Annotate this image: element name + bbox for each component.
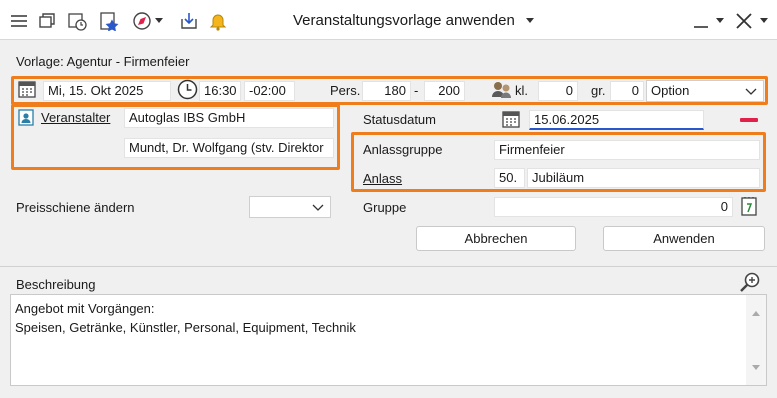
close-icon[interactable]	[733, 10, 755, 32]
organizer-company-field[interactable]: Autoglas IBS GmbH	[124, 108, 334, 128]
persons-max-field[interactable]: 200	[424, 81, 465, 101]
menu-lines-icon[interactable]	[8, 10, 30, 32]
group-field[interactable]: 0	[494, 197, 733, 217]
window-icon[interactable]	[36, 10, 58, 32]
status-date-field[interactable]: 15.06.2025	[529, 110, 704, 130]
large-label: gr.	[591, 83, 606, 98]
description-scrollbar[interactable]	[746, 295, 766, 385]
scroll-down-icon[interactable]	[751, 358, 761, 377]
minimize-icon[interactable]	[690, 10, 712, 32]
time-field[interactable]: 16:30	[199, 81, 241, 101]
small-count-field[interactable]: 0	[538, 81, 578, 101]
chevron-down-icon	[745, 81, 757, 108]
price-rail-label: Preisschiene ändern	[16, 200, 135, 215]
template-label: Vorlage: Agentur - Firmenfeier	[16, 54, 190, 69]
duration-field[interactable]: -02:00	[244, 81, 295, 101]
persons-label: Pers.	[330, 83, 361, 98]
organizer-contact-field[interactable]: Mundt, Dr. Wolfgang (stv. Direktor	[124, 138, 334, 158]
cancel-button[interactable]: Abbrechen	[416, 226, 576, 251]
clock-icon[interactable]	[177, 79, 199, 101]
organizer-link[interactable]: Veranstalter	[41, 108, 110, 128]
occasion-number-field[interactable]: 50.	[494, 168, 525, 188]
price-rail-select[interactable]	[249, 196, 331, 218]
star-page-icon[interactable]	[98, 10, 120, 32]
description-textarea[interactable]: Angebot mit Vorgängen: Speisen, Getränke…	[10, 294, 767, 386]
import-icon[interactable]	[178, 10, 200, 32]
status-date-calendar-icon[interactable]	[502, 110, 522, 130]
bell-icon[interactable]	[207, 10, 229, 32]
chevron-down-icon[interactable]	[152, 10, 166, 32]
window-title: Veranstaltungsvorlage anwenden	[293, 12, 515, 29]
persons-icon	[491, 80, 513, 100]
calendar-icon[interactable]	[18, 80, 38, 100]
occasion-link[interactable]: Anlass	[363, 169, 402, 189]
occasion-group-field[interactable]: Firmenfeier	[494, 140, 760, 160]
description-line-2: Speisen, Getränke, Künstler, Personal, E…	[15, 320, 356, 335]
title-bar: Veranstaltungsvorlage anwenden	[0, 0, 777, 40]
description-label: Beschreibung	[16, 277, 96, 292]
status-select[interactable]: Option	[646, 80, 764, 102]
magnify-icon[interactable]	[739, 271, 761, 293]
apply-button[interactable]: Anwenden	[603, 226, 765, 251]
note-icon[interactable]	[740, 196, 760, 216]
status-select-value: Option	[651, 83, 690, 98]
occasion-field[interactable]: Jubiläum	[527, 168, 760, 188]
large-count-field[interactable]: 0	[610, 81, 644, 101]
date-field[interactable]: Mi, 15. Okt 2025	[43, 81, 171, 101]
persons-range-separator: -	[414, 83, 419, 98]
compass-icon[interactable]	[131, 10, 153, 32]
window-menu-chevron-icon[interactable]	[712, 10, 728, 32]
close-menu-chevron-icon[interactable]	[756, 10, 772, 32]
calendar-clock-icon[interactable]	[66, 10, 88, 32]
remove-icon[interactable]	[740, 118, 758, 122]
title-dropdown-icon[interactable]	[522, 10, 538, 32]
scroll-up-icon[interactable]	[751, 303, 761, 322]
description-line-1: Angebot mit Vorgängen:	[15, 301, 155, 316]
group-label: Gruppe	[363, 200, 407, 215]
persons-min-field[interactable]: 180	[362, 81, 411, 101]
small-label: kl.	[515, 83, 528, 98]
chevron-down-icon	[312, 197, 324, 224]
occasion-group-label: Anlassgruppe	[363, 142, 443, 157]
contact-card-icon[interactable]	[18, 109, 36, 127]
status-date-label: Statusdatum	[363, 112, 436, 127]
